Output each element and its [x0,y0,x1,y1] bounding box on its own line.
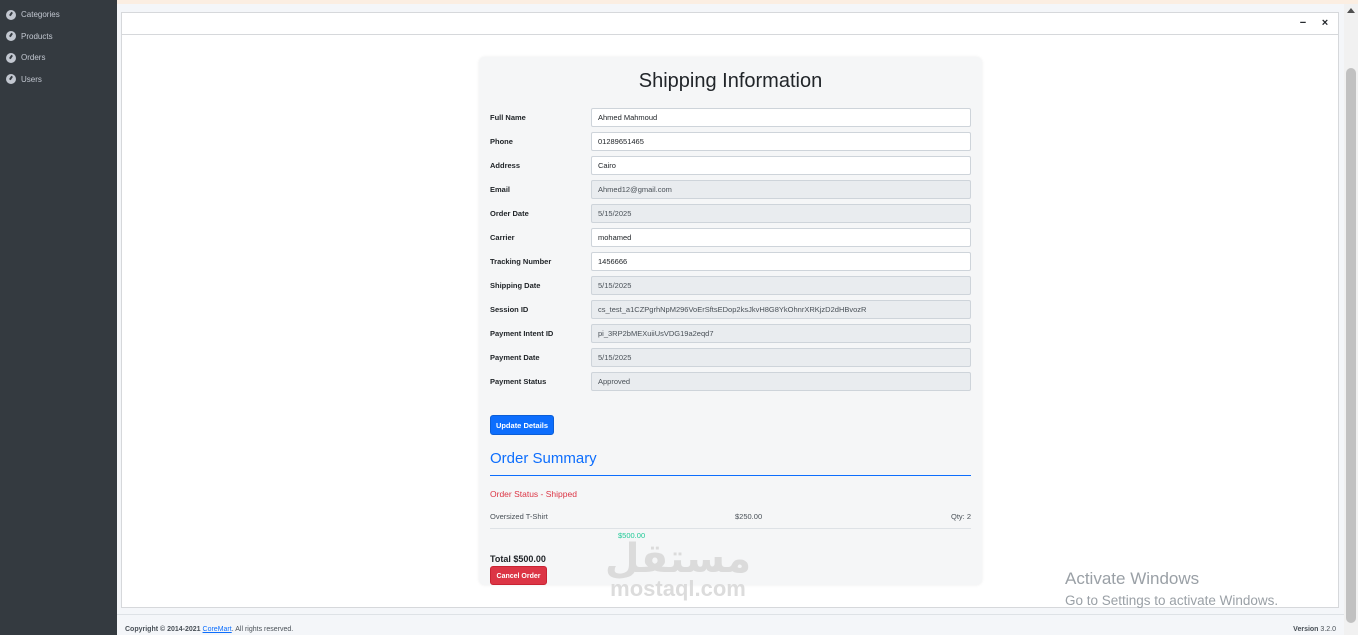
sidebar-item-categories[interactable]: Categories [0,4,117,26]
sidebar-item-label: Categories [21,10,60,20]
copyright-prefix: Copyright © 2014-2021 [125,626,201,633]
sidebar-item-products[interactable]: Products [0,26,117,48]
shipping-form: Full Name Ahmed Mahmoud Phone 0128965146… [490,105,971,393]
form-row-email: Email Ahmed12@gmail.com [490,177,971,201]
payment-date-field: 5/15/2025 [591,347,971,367]
form-row-payment-status: Payment Status Approved [490,369,971,393]
sidebar-item-label: Orders [21,53,46,63]
form-row-full-name: Full Name Ahmed Mahmoud [490,105,971,129]
version-number: 3.2.0 [1320,626,1336,633]
field-label: Tracking Number [490,256,552,266]
scrollbar-thumb[interactable] [1346,68,1356,623]
field-label: Email [490,184,511,194]
close-icon[interactable]: × [1320,17,1330,29]
sidebar-item-label: Products [21,31,53,41]
order-status-text: Order Status - Shipped [490,489,577,499]
field-label: Full Name [490,112,526,122]
form-row-order-date: Order Date 5/15/2025 [490,201,971,225]
item-qty: Qty: 2 [950,512,971,521]
shipping-date-field: 5/15/2025 [591,275,971,295]
scroll-up-arrow-icon[interactable] [1347,8,1355,13]
sidebar-item-users[interactable]: Users [0,69,117,91]
full-name-field[interactable]: Ahmed Mahmoud [591,107,971,127]
form-row-shipping-date: Shipping Date 5/15/2025 [490,273,971,297]
page-title: Shipping Information [638,70,823,92]
version-label: Version [1293,626,1319,633]
email-field: Ahmed12@gmail.com [591,179,971,199]
footer: Copyright © 2014-2021 CoreMart. All righ… [117,614,1358,635]
dashboard-icon [6,9,16,20]
sidebar: Categories Products Orders Users [0,0,117,635]
field-label: Order Date [490,208,529,218]
top-strip [117,0,1358,4]
field-label: Payment Status [490,376,547,386]
list-item: Oversized T-Shirt $250.00 Qty: 2 [490,512,971,529]
form-row-address: Address Cairo [490,153,971,177]
payment-intent-id-field: pi_3RP2bMEXuiiUsVDG19a2eqd7 [591,323,971,343]
tracking-number-field[interactable]: 1456666 [591,251,971,271]
activate-title: Activate Windows [1065,569,1200,588]
payment-status-field: Approved [591,371,971,391]
field-label: Phone [490,136,513,146]
shipping-panel: Shipping Information Full Name Ahmed Mah… [479,57,982,585]
item-name: Oversized T-Shirt [490,512,548,521]
minimize-icon[interactable]: − [1298,17,1308,29]
carrier-field[interactable]: mohamed [591,227,971,247]
field-label: Session ID [490,304,529,314]
address-field[interactable]: Cairo [591,155,971,175]
form-row-phone: Phone 01289651465 [490,129,971,153]
update-details-button[interactable]: Update Details [490,415,554,435]
brand-link[interactable]: CoreMart [203,626,232,633]
phone-field[interactable]: 01289651465 [591,131,971,151]
version-info: Version 3.2.0 [1293,626,1336,633]
watermark-logo: مستقل [604,536,753,582]
form-row-session-id: Session ID cs_test_a1CZPgrhNpM296VoErSft… [490,297,971,321]
order-total: Total $500.00 [490,554,546,564]
field-label: Payment Date [490,352,540,362]
copyright-rights: . All rights reserved. [231,626,294,633]
item-price: $250.00 [735,512,763,521]
field-label: Payment Intent ID [490,328,554,338]
card-header: − × [122,13,1338,35]
field-label: Address [490,160,521,170]
dashboard-icon [6,31,16,42]
mostaql-watermark: مستقل mostaql.com [593,537,763,601]
sidebar-item-orders[interactable]: Orders [0,47,117,69]
field-label: Carrier [490,232,515,242]
activate-windows-overlay: Activate Windows Go to Settings to activ… [1065,569,1278,610]
session-id-field: cs_test_a1CZPgrhNpM296VoErSftsEDop2ksJkv… [591,299,971,319]
order-date-field: 5/15/2025 [591,203,971,223]
form-row-payment-date: Payment Date 5/15/2025 [490,345,971,369]
dashboard-icon [6,52,16,63]
field-label: Shipping Date [490,280,541,290]
cancel-order-button[interactable]: Cancel Order [490,566,547,585]
activate-subtitle: Go to Settings to activate Windows. [1065,593,1279,608]
order-summary-heading: Order Summary [490,450,597,467]
watermark-text: mostaql.com [610,576,746,601]
details-card: − × Shipping Information Full Name Ahmed… [121,12,1339,608]
dashboard-icon [6,74,16,85]
summary-divider [490,475,971,476]
form-row-payment-intent-id: Payment Intent ID pi_3RP2bMEXuiiUsVDG19a… [490,321,971,345]
form-row-tracking-number: Tracking Number 1456666 [490,249,971,273]
copyright: Copyright © 2014-2021 CoreMart. All righ… [125,626,293,633]
sidebar-item-label: Users [21,74,42,84]
card-tools: − × [1298,17,1330,29]
form-row-carrier: Carrier mohamed [490,225,971,249]
